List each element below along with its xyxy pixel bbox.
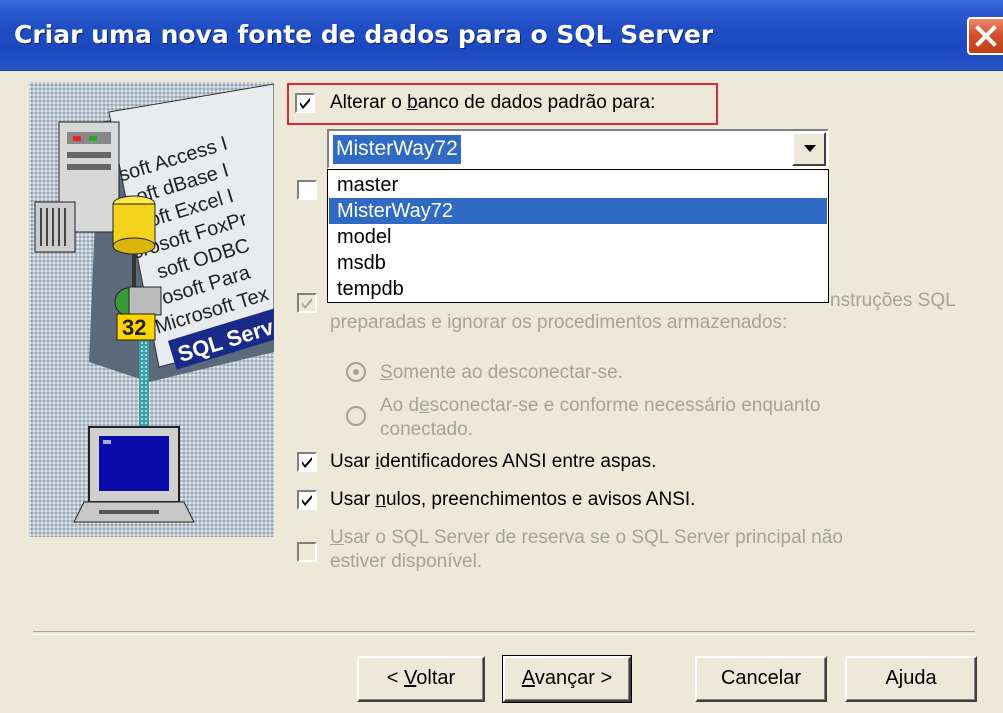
ansi-nulls-label: Usar nulos, preenchimentos e avisos ANSI… — [330, 489, 696, 510]
separator — [33, 631, 975, 635]
failover-label: Usar o SQL Server de reserva se o SQL Se… — [330, 527, 843, 548]
badge-32: 32 — [122, 315, 146, 340]
help-button[interactable]: Ajuda — [845, 656, 977, 702]
drop-on-disconnect-label: Somente ao desconectar-se. — [380, 362, 623, 383]
change-default-db-checkbox[interactable] — [295, 93, 315, 113]
wizard-illustration: soft Access I oft dBase I soft Excel I c… — [29, 82, 274, 537]
database-dropdown-list: master MisterWay72 model msdb tempdb — [327, 169, 829, 303]
temp-procs-label-tail: nstruções SQL — [830, 290, 956, 311]
combo-selected-value: MisterWay72 — [333, 135, 461, 164]
next-button[interactable]: Avançar > — [502, 655, 632, 703]
drop-on-disconnect-and-needed-radio — [346, 406, 366, 426]
dropdown-option-msdb[interactable]: msdb — [329, 250, 827, 276]
ansi-quoted-label: Usar identificadores ANSI entre aspas. — [330, 451, 657, 472]
back-button[interactable]: < Voltar — [357, 656, 485, 702]
checkmark-icon — [300, 98, 310, 109]
ansi-quoted-checkbox[interactable] — [297, 452, 317, 472]
checkmark-icon — [302, 457, 312, 468]
change-default-db-label: Alterar o banco de dados padrão para: — [330, 92, 656, 113]
dropdown-option-model[interactable]: model — [329, 224, 827, 250]
ansi-nulls-checkbox[interactable] — [297, 490, 317, 510]
window-title: Criar uma nova fonte de dados para o SQL… — [14, 20, 714, 49]
database-combo[interactable]: MisterWay72 — [327, 129, 829, 169]
failover-label-line2: estiver disponível. — [330, 551, 483, 572]
drop-on-disconnect-and-needed-label: Ao desconectar-se e conforme necessário … — [380, 395, 821, 416]
checkmark-icon — [302, 495, 312, 506]
drop-on-disconnect-radio — [346, 362, 366, 382]
cancel-button[interactable]: Cancelar — [695, 656, 827, 702]
chevron-down-icon — [804, 145, 816, 152]
close-icon — [975, 25, 997, 47]
datasource-illustration-icon: soft Access I oft dBase I soft Excel I c… — [29, 82, 274, 537]
checkmark-icon — [302, 298, 312, 309]
dropdown-option-tempdb[interactable]: tempdb — [329, 276, 827, 302]
failover-checkbox — [297, 542, 317, 562]
attach-db-checkbox[interactable] — [297, 180, 317, 200]
combo-dropdown-button[interactable] — [792, 132, 826, 166]
drop-on-disconnect-and-needed-label-line2: conectado. — [380, 419, 473, 440]
temp-procs-label: preparadas e ignorar os procedimentos ar… — [330, 312, 788, 333]
title-bar: Criar uma nova fonte de dados para o SQL… — [0, 0, 1003, 71]
temp-procs-checkbox — [297, 293, 317, 313]
dropdown-option-misterway72[interactable]: MisterWay72 — [329, 198, 827, 224]
close-button[interactable] — [967, 17, 1003, 55]
dropdown-option-master[interactable]: master — [329, 172, 827, 198]
